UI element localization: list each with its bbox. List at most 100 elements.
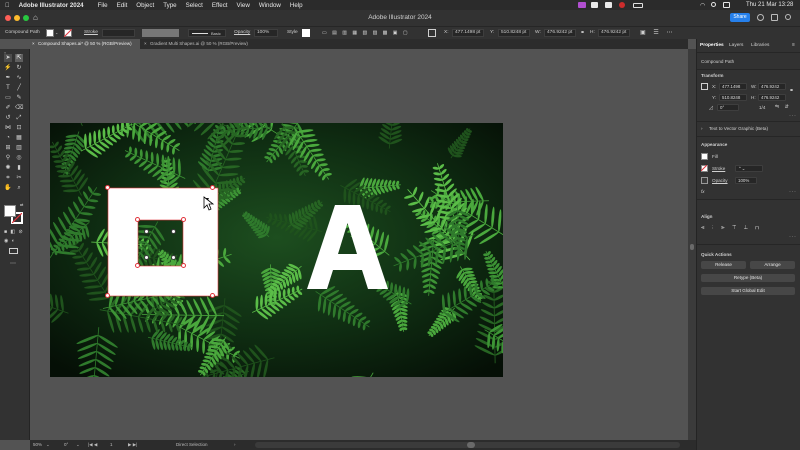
zoom-field[interactable]: 50%	[33, 442, 42, 447]
x-field[interactable]: 477.1498 pt	[452, 29, 484, 37]
battery-icon[interactable]	[633, 3, 643, 8]
fill-color-box[interactable]	[4, 205, 16, 217]
blend-tool-icon[interactable]: ◎	[15, 154, 23, 162]
tab-libraries[interactable]: Libraries	[751, 43, 769, 48]
variable-width-field[interactable]	[142, 29, 179, 37]
opacity-field[interactable]: 100%	[254, 29, 278, 37]
align-icons[interactable]: ▭ ▤ ▥ ▦ ▧ ▨ ▩ ▣ ▢	[322, 30, 412, 36]
notification-icon[interactable]	[605, 2, 612, 8]
free-transform-tool-icon[interactable]: ⊡	[15, 124, 23, 132]
fx-button[interactable]: fx	[701, 189, 705, 194]
opacity-label[interactable]: Opacity	[712, 178, 728, 183]
discover-icon[interactable]	[757, 14, 764, 21]
eraser-tool-icon[interactable]: ⌫	[15, 104, 23, 112]
menu-object[interactable]: Object	[136, 2, 154, 9]
anchor-handle-inner-bl[interactable]	[135, 263, 140, 268]
hand-tool-icon[interactable]: ✋	[4, 184, 12, 192]
search-help-icon[interactable]	[785, 14, 791, 20]
line-tool-icon[interactable]: ╱	[15, 84, 23, 92]
rotate-tool-icon[interactable]: ↺	[4, 114, 12, 122]
wifi-icon[interactable]: ◠	[700, 2, 705, 9]
symbol-sprayer-tool-icon[interactable]: ✺	[4, 164, 12, 172]
artboard[interactable]	[50, 123, 503, 377]
text-to-vector-label[interactable]: Text to Vector Graphic (Beta)	[709, 126, 768, 131]
menu-file[interactable]: File	[98, 2, 108, 9]
stroke-swatch[interactable]	[64, 29, 72, 37]
horizontal-scrollbar[interactable]	[255, 442, 680, 448]
arrange-button[interactable]: Arrange	[750, 261, 795, 269]
brush-definition-field[interactable]: Basic	[188, 29, 226, 37]
reference-point-icon[interactable]	[428, 29, 436, 37]
w-field[interactable]: 476.9242 pt	[544, 29, 576, 37]
screen-record-icon[interactable]	[578, 2, 586, 8]
eyedropper-tool-icon[interactable]: ⚲	[4, 154, 12, 162]
magic-wand-tool-icon[interactable]: ⚡	[4, 64, 12, 72]
canvas-area[interactable]	[30, 49, 688, 440]
flip-icons[interactable]: ⇋ ⇵	[775, 104, 791, 110]
menu-window[interactable]: Window	[259, 2, 281, 9]
h-field[interactable]: 476.9242 pt	[598, 29, 630, 37]
draw-mode-icons[interactable]: ◉ ◐	[4, 238, 16, 244]
width-tool-icon[interactable]: ⋈	[4, 124, 12, 132]
menu-select[interactable]: Select	[186, 2, 203, 9]
artboard-nav-icons[interactable]: |◀ ◀	[88, 442, 97, 448]
w-input[interactable]: 476.9242	[758, 83, 786, 90]
graphic-style-swatch[interactable]	[302, 29, 310, 37]
stroke-swatch[interactable]	[701, 165, 708, 172]
y-field[interactable]: 510.8248 pt	[498, 29, 530, 37]
vertical-scrollbar[interactable]	[688, 49, 696, 440]
tab-close-icon[interactable]: ×	[144, 39, 147, 49]
rotation-dropdown-icon[interactable]: ⌄	[76, 442, 80, 448]
align-more-icon[interactable]: ···	[789, 234, 797, 240]
tab-compound-shapes[interactable]: × Compound Shapes.ai* @ 50 % (RGB/Previe…	[30, 39, 140, 49]
x-input[interactable]: 477.1498	[719, 83, 747, 90]
panel-menu-icon[interactable]: ≡	[792, 42, 795, 48]
transform-options-icons[interactable]: ▣ ☰ ⋯	[640, 29, 675, 36]
pen-tool-icon[interactable]: ✒	[4, 74, 12, 82]
lasso-tool-icon[interactable]: ↻	[15, 64, 23, 72]
opacity-label[interactable]: Opacity	[234, 30, 250, 35]
mesh-tool-icon[interactable]: ⊞	[4, 144, 12, 152]
tab-gradient-multi-shapes[interactable]: × Gradient Multi Shapes.ai @ 50 % (RGB/P…	[142, 39, 262, 49]
live-corner-widget[interactable]	[171, 255, 176, 260]
live-corner-widget[interactable]	[144, 255, 149, 260]
appearance-more-icon[interactable]: ···	[789, 189, 797, 195]
artboard-tool-icon[interactable]: ⌗	[4, 174, 12, 182]
release-button[interactable]: Release	[701, 261, 746, 269]
zoom-dropdown-icon[interactable]: ⌄	[46, 442, 50, 448]
workspace-icon[interactable]	[771, 14, 778, 21]
screen-mode-icon[interactable]	[9, 248, 18, 254]
anchor-handle-outer-bl[interactable]	[105, 293, 110, 298]
stroke-label[interactable]: Stroke	[712, 166, 725, 171]
apple-icon[interactable]: 	[5, 2, 10, 9]
tab-properties[interactable]: Properties	[700, 43, 724, 48]
anchor-handle-inner-tr[interactable]	[181, 217, 186, 222]
anchor-handle-inner-br[interactable]	[181, 263, 186, 268]
perspective-grid-tool-icon[interactable]: ▦	[15, 134, 23, 142]
menu-type[interactable]: Type	[163, 2, 176, 9]
text-to-vector-expander[interactable]: ›	[701, 126, 703, 131]
shaper-tool-icon[interactable]: ✐	[4, 104, 12, 112]
rotation-field[interactable]: 0°	[64, 442, 68, 447]
stroke-weight-field[interactable]	[102, 29, 135, 37]
more-options-icon[interactable]: ···	[789, 113, 797, 119]
reference-point-icon[interactable]	[701, 83, 708, 90]
menu-effect[interactable]: Effect	[212, 2, 228, 9]
menu-edit[interactable]: Edit	[117, 2, 128, 9]
direct-selection-tool-icon[interactable]: ⇱	[15, 54, 23, 62]
menu-help[interactable]: Help	[290, 2, 303, 9]
fill-dropdown[interactable]: ⌄	[55, 30, 58, 35]
color-mode-icons[interactable]: ■ ◧ ⊘	[4, 229, 24, 235]
retype-button[interactable]: Retype (Beta)	[701, 274, 795, 282]
rotate-input[interactable]: 0°	[717, 104, 739, 111]
stroke-weight-input[interactable]: ⌃⌄	[735, 165, 763, 172]
search-icon[interactable]	[711, 2, 716, 7]
rectangle-tool-icon[interactable]: ▭	[4, 94, 12, 102]
slice-tool-icon[interactable]: ✂	[15, 174, 23, 182]
anchor-handle-outer-tl[interactable]	[105, 185, 110, 190]
anchor-handle-outer-tr[interactable]	[210, 185, 215, 190]
status-menu-icon[interactable]: ›	[234, 442, 236, 447]
type-tool-icon[interactable]: T	[4, 84, 12, 92]
edit-toolbar-icon[interactable]: ⋯	[10, 260, 16, 267]
record-icon[interactable]	[619, 2, 625, 8]
